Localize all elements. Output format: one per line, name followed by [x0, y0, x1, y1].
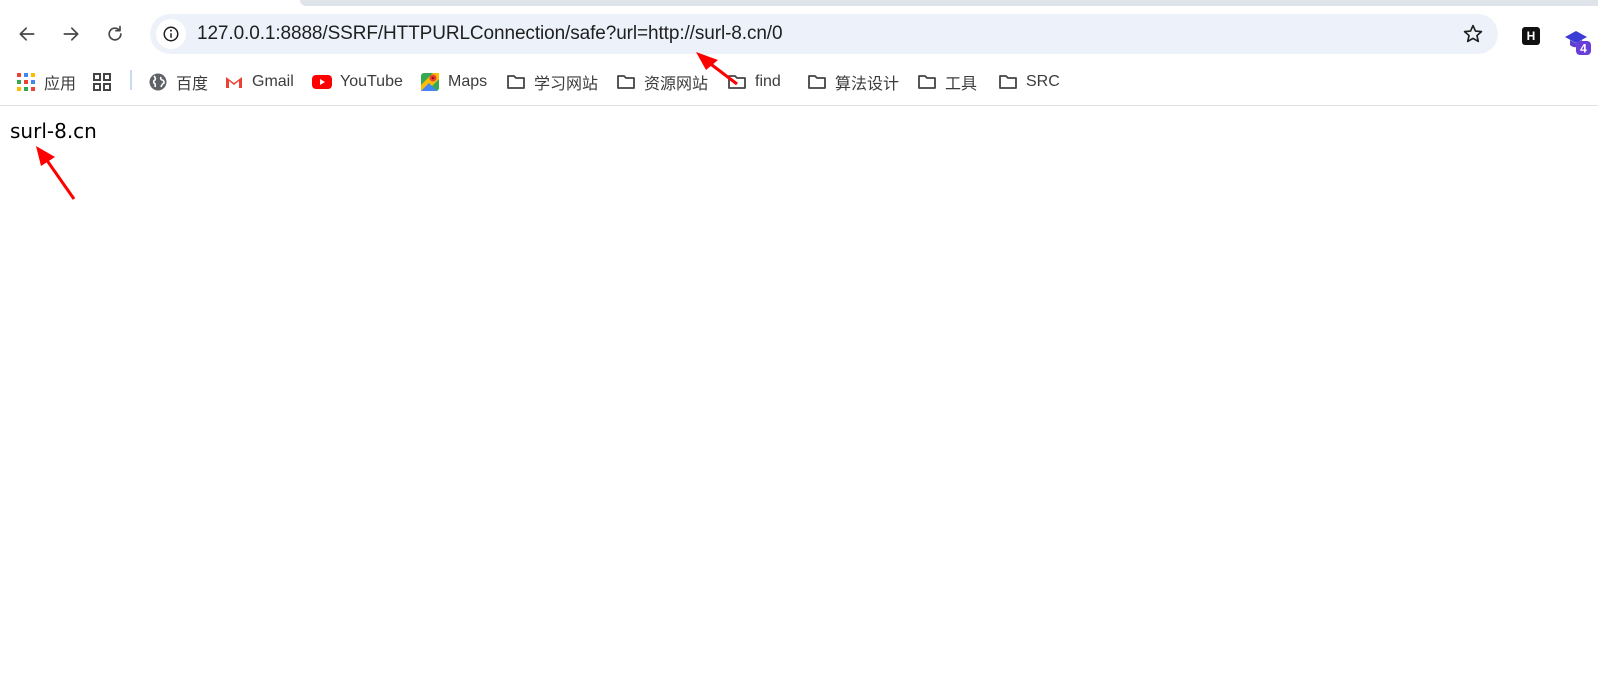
bookmark-folder-src[interactable]: SRC	[998, 70, 1060, 94]
bookmark-label: 工具	[945, 76, 978, 93]
url-text[interactable]: 127.0.0.1:8888/SSRF/HTTPURLConnection/sa…	[197, 23, 783, 45]
bookmark-maps[interactable]: Maps	[420, 70, 487, 94]
graduation-cap-extension-icon[interactable]: 4	[1563, 26, 1593, 56]
page-body-text: surl-8.cn	[10, 119, 97, 143]
bookmark-label: 算法设计	[835, 76, 900, 93]
youtube-icon	[312, 75, 332, 89]
info-icon	[163, 26, 179, 42]
arrow-left-icon	[19, 27, 35, 41]
bookmark-label: find	[755, 73, 781, 90]
bookmark-folder-tools[interactable]: 工具	[917, 70, 977, 94]
bookmark-label: SRC	[1026, 73, 1060, 90]
tab-strip	[0, 0, 1598, 8]
reload-button[interactable]	[99, 18, 131, 50]
address-bar[interactable]: 127.0.0.1:8888/SSRF/HTTPURLConnection/sa…	[150, 14, 1498, 54]
bookmark-tab-groups[interactable]	[92, 70, 120, 94]
arrow-right-icon	[63, 27, 79, 41]
bookmarks-bar: 应用 百度 Gmail YouTube Maps 学习网站 资源网站 find …	[0, 60, 1598, 106]
bookmark-label: 学习网站	[534, 76, 599, 93]
bookmark-folder-study[interactable]: 学习网站	[506, 70, 598, 94]
bookmark-folder-find[interactable]: find	[727, 70, 781, 94]
site-info-button[interactable]	[156, 19, 186, 49]
folder-icon	[728, 75, 746, 89]
bookmark-label: 百度	[176, 76, 209, 93]
reload-icon	[108, 25, 122, 41]
folder-icon	[918, 75, 936, 89]
folder-icon	[808, 75, 826, 89]
bookmark-gmail[interactable]: Gmail	[224, 70, 294, 94]
tab-groups-icon	[93, 73, 111, 91]
bookmark-label: Maps	[448, 73, 488, 90]
extension-h-icon[interactable]: H	[1522, 27, 1540, 45]
gmail-icon	[226, 77, 242, 88]
forward-button[interactable]	[55, 18, 87, 50]
globe-icon	[149, 73, 167, 91]
bookmark-star-icon[interactable]	[1462, 23, 1484, 45]
bookmark-baidu[interactable]: 百度	[148, 70, 208, 94]
bookmark-separator	[130, 70, 132, 90]
bookmark-label: 资源网站	[644, 76, 709, 93]
bookmark-folder-resources[interactable]: 资源网站	[616, 70, 708, 94]
bookmark-folder-algorithms[interactable]: 算法设计	[807, 70, 899, 94]
extension-badge: 4	[1580, 42, 1587, 56]
bookmark-apps[interactable]: 应用	[16, 70, 76, 94]
annotation-arrow-body	[36, 146, 76, 200]
bookmark-label: YouTube	[340, 73, 403, 90]
back-button[interactable]	[11, 18, 43, 50]
folder-icon	[507, 75, 525, 89]
folder-icon	[617, 75, 635, 89]
browser-toolbar: 127.0.0.1:8888/SSRF/HTTPURLConnection/sa…	[0, 8, 1598, 60]
bookmark-label: 应用	[44, 76, 77, 93]
maps-icon	[421, 73, 439, 91]
apps-grid-icon	[17, 73, 35, 91]
bookmark-youtube[interactable]: YouTube	[312, 70, 403, 94]
bookmark-label: Gmail	[252, 73, 294, 90]
folder-icon	[999, 75, 1017, 89]
inactive-tab-area[interactable]	[300, 0, 1598, 6]
